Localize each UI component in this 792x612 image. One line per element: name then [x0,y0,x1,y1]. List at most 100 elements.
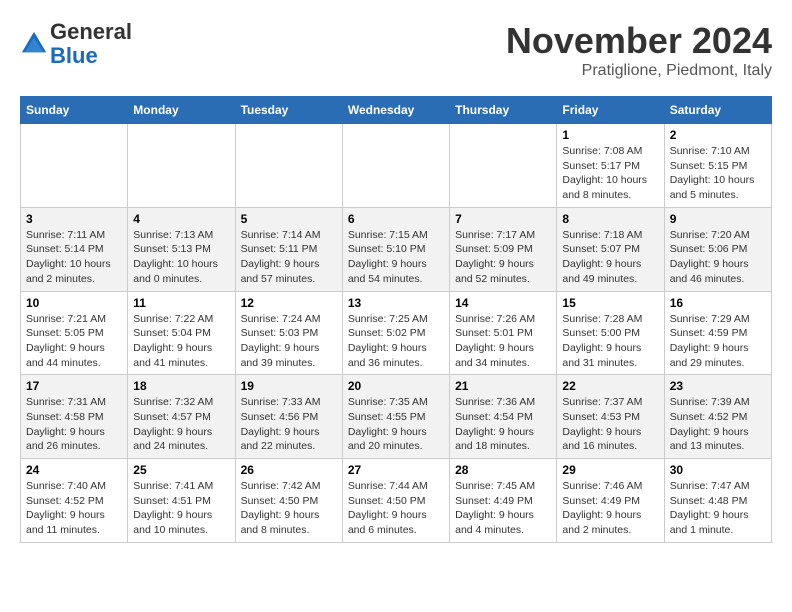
calendar-cell: 12 Sunrise: 7:24 AM Sunset: 5:03 PM Dayli… [235,291,342,375]
day-number: 13 [348,296,444,310]
calendar-cell: 7 Sunrise: 7:17 AM Sunset: 5:09 PM Daylig… [450,207,557,291]
day-info: Sunrise: 7:20 AM Sunset: 5:06 PM Dayligh… [670,229,750,285]
calendar-cell: 25 Sunrise: 7:41 AM Sunset: 4:51 PM Dayli… [128,459,235,543]
calendar-cell: 14 Sunrise: 7:26 AM Sunset: 5:01 PM Dayli… [450,291,557,375]
logo-icon [20,30,48,58]
day-info: Sunrise: 7:13 AM Sunset: 5:13 PM Dayligh… [133,229,218,285]
header-friday: Friday [557,97,664,124]
day-info: Sunrise: 7:44 AM Sunset: 4:50 PM Dayligh… [348,480,428,536]
header-tuesday: Tuesday [235,97,342,124]
day-info: Sunrise: 7:31 AM Sunset: 4:58 PM Dayligh… [26,396,106,452]
calendar-cell: 27 Sunrise: 7:44 AM Sunset: 4:50 PM Dayli… [342,459,449,543]
calendar-cell: 13 Sunrise: 7:25 AM Sunset: 5:02 PM Dayli… [342,291,449,375]
calendar-cell: 5Sunrise: 7:14 AM Sunset: 5:11 PM Daylig… [235,207,342,291]
calendar-cell: 3 Sunrise: 7:11 AM Sunset: 5:14 PM Daylig… [21,207,128,291]
day-info: Sunrise: 7:41 AM Sunset: 4:51 PM Dayligh… [133,480,213,536]
day-info: Sunrise: 7:18 AM Sunset: 5:07 PM Dayligh… [562,229,642,285]
calendar-week-row: 10 Sunrise: 7:21 AM Sunset: 5:05 PM Dayli… [21,291,772,375]
month-title: November 2024 [506,20,772,62]
day-info: Sunrise: 7:39 AM Sunset: 4:52 PM Dayligh… [670,396,750,452]
day-number: 14 [455,296,551,310]
logo-general: General [50,19,132,44]
logo-blue: Blue [50,43,98,68]
day-number: 6 [348,212,444,226]
day-number: 11 [133,296,229,310]
day-number: 27 [348,463,444,477]
header-sunday: Sunday [21,97,128,124]
calendar-cell: 28 Sunrise: 7:45 AM Sunset: 4:49 PM Dayli… [450,459,557,543]
calendar-week-row: 24 Sunrise: 7:40 AM Sunset: 4:52 PM Dayli… [21,459,772,543]
calendar-cell: 17 Sunrise: 7:31 AM Sunset: 4:58 PM Dayli… [21,375,128,459]
calendar-header-row: Sunday Monday Tuesday Wednesday Thursday… [21,97,772,124]
calendar-cell: 6 Sunrise: 7:15 AM Sunset: 5:10 PM Daylig… [342,207,449,291]
day-number: 9 [670,212,766,226]
day-number: 22 [562,379,658,393]
calendar-week-row: 3 Sunrise: 7:11 AM Sunset: 5:14 PM Daylig… [21,207,772,291]
day-number: 20 [348,379,444,393]
calendar-cell: 24 Sunrise: 7:40 AM Sunset: 4:52 PM Dayli… [21,459,128,543]
day-info: Sunrise: 7:26 AM Sunset: 5:01 PM Dayligh… [455,313,535,369]
calendar-cell: 19Sunrise: 7:33 AM Sunset: 4:56 PM Dayli… [235,375,342,459]
calendar-week-row: 17 Sunrise: 7:31 AM Sunset: 4:58 PM Dayli… [21,375,772,459]
header-monday: Monday [128,97,235,124]
day-number: 3 [26,212,122,226]
calendar-cell: 2Sunrise: 7:10 AM Sunset: 5:15 PM Daylig… [664,124,771,208]
day-number: 28 [455,463,551,477]
header-thursday: Thursday [450,97,557,124]
header-wednesday: Wednesday [342,97,449,124]
day-number: 26 [241,463,337,477]
calendar-cell [235,124,342,208]
day-number: 17 [26,379,122,393]
day-info: Sunrise: 7:17 AM Sunset: 5:09 PM Dayligh… [455,229,535,285]
calendar-cell: 22 Sunrise: 7:37 AM Sunset: 4:53 PM Dayli… [557,375,664,459]
day-number: 23 [670,379,766,393]
day-number: 16 [670,296,766,310]
calendar-cell: 18Sunrise: 7:32 AM Sunset: 4:57 PM Dayli… [128,375,235,459]
day-number: 2 [670,128,766,142]
day-info: Sunrise: 7:15 AM Sunset: 5:10 PM Dayligh… [348,229,428,285]
calendar-cell [21,124,128,208]
day-number: 29 [562,463,658,477]
calendar-cell: 21 Sunrise: 7:36 AM Sunset: 4:54 PM Dayli… [450,375,557,459]
day-info: Sunrise: 7:25 AM Sunset: 5:02 PM Dayligh… [348,313,428,369]
day-number: 24 [26,463,122,477]
day-info: Sunrise: 7:47 AM Sunset: 4:48 PM Dayligh… [670,480,750,536]
day-number: 30 [670,463,766,477]
day-number: 7 [455,212,551,226]
day-info: Sunrise: 7:21 AM Sunset: 5:05 PM Dayligh… [26,313,106,369]
title-section: November 2024 Pratiglione, Piedmont, Ita… [506,20,772,80]
calendar-cell: 4Sunrise: 7:13 AM Sunset: 5:13 PM Daylig… [128,207,235,291]
calendar-cell [342,124,449,208]
day-number: 12 [241,296,337,310]
calendar-cell: 9 Sunrise: 7:20 AM Sunset: 5:06 PM Daylig… [664,207,771,291]
day-number: 25 [133,463,229,477]
day-info: Sunrise: 7:22 AM Sunset: 5:04 PM Dayligh… [133,313,213,369]
logo: General Blue [20,20,132,68]
day-info: Sunrise: 7:29 AM Sunset: 4:59 PM Dayligh… [670,313,750,369]
day-info: Sunrise: 7:14 AM Sunset: 5:11 PM Dayligh… [241,229,321,285]
calendar-cell: 8 Sunrise: 7:18 AM Sunset: 5:07 PM Daylig… [557,207,664,291]
day-info: Sunrise: 7:35 AM Sunset: 4:55 PM Dayligh… [348,396,428,452]
calendar-cell [450,124,557,208]
day-info: Sunrise: 7:24 AM Sunset: 5:03 PM Dayligh… [241,313,321,369]
header-saturday: Saturday [664,97,771,124]
day-info: Sunrise: 7:45 AM Sunset: 4:49 PM Dayligh… [455,480,535,536]
calendar-cell: 30 Sunrise: 7:47 AM Sunset: 4:48 PM Dayli… [664,459,771,543]
calendar-week-row: 1Sunrise: 7:08 AM Sunset: 5:17 PM Daylig… [21,124,772,208]
day-info: Sunrise: 7:32 AM Sunset: 4:57 PM Dayligh… [133,396,213,452]
day-info: Sunrise: 7:36 AM Sunset: 4:54 PM Dayligh… [455,396,535,452]
day-info: Sunrise: 7:42 AM Sunset: 4:50 PM Dayligh… [241,480,321,536]
day-info: Sunrise: 7:40 AM Sunset: 4:52 PM Dayligh… [26,480,106,536]
day-info: Sunrise: 7:11 AM Sunset: 5:14 PM Dayligh… [26,229,111,285]
calendar-cell: 29 Sunrise: 7:46 AM Sunset: 4:49 PM Dayli… [557,459,664,543]
day-info: Sunrise: 7:37 AM Sunset: 4:53 PM Dayligh… [562,396,642,452]
day-info: Sunrise: 7:08 AM Sunset: 5:17 PM Dayligh… [562,145,647,201]
calendar-cell: 10 Sunrise: 7:21 AM Sunset: 5:05 PM Dayli… [21,291,128,375]
day-number: 21 [455,379,551,393]
day-info: Sunrise: 7:28 AM Sunset: 5:00 PM Dayligh… [562,313,642,369]
day-info: Sunrise: 7:46 AM Sunset: 4:49 PM Dayligh… [562,480,642,536]
calendar-cell: 1Sunrise: 7:08 AM Sunset: 5:17 PM Daylig… [557,124,664,208]
calendar-cell: 23 Sunrise: 7:39 AM Sunset: 4:52 PM Dayli… [664,375,771,459]
day-number: 10 [26,296,122,310]
day-number: 8 [562,212,658,226]
